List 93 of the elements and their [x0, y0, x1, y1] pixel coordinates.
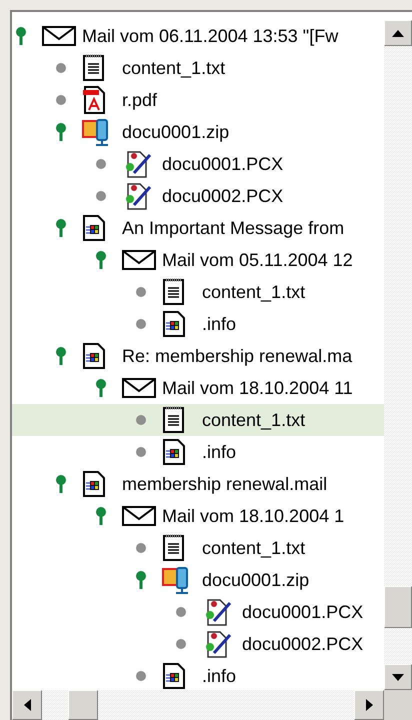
tree-item[interactable]: .info: [12, 436, 384, 468]
pin-icon: [96, 379, 106, 397]
tree-item[interactable]: docu0002.PCX: [12, 180, 384, 212]
bullet-icon: [136, 319, 146, 329]
archive-folder-icon: [162, 565, 190, 595]
bullet-icon: [136, 415, 146, 425]
pin-icon: [56, 475, 66, 493]
notepad-icon: [82, 54, 106, 82]
item-label: docu0001.PCX: [162, 154, 284, 174]
bullet-icon: [176, 639, 186, 649]
left-arrow-icon: [24, 699, 30, 711]
item-label: content_1.txt: [202, 282, 306, 302]
bullet-icon: [56, 95, 66, 105]
tree-item[interactable]: docu0001.PCX: [12, 148, 384, 180]
tree-item[interactable]: content_1.txt: [12, 404, 384, 436]
right-arrow-icon: [366, 699, 372, 711]
tree-item[interactable]: docu0001.zip: [12, 564, 384, 596]
item-label: membership renewal.mail: [122, 474, 328, 494]
envelope-icon: [122, 506, 156, 526]
tree-item[interactable]: .info: [12, 308, 384, 340]
tree-item[interactable]: docu0001.PCX: [12, 596, 384, 628]
scroll-right-button[interactable]: [354, 690, 384, 720]
tree-item[interactable]: Mail vom 18.10.2004 1: [12, 500, 384, 532]
pin-icon: [56, 219, 66, 237]
scroll-down-button[interactable]: [384, 664, 412, 690]
notepad-icon: [162, 278, 186, 306]
item-label: Mail vom 06.11.2004 13:53 "[Fw: [82, 26, 338, 46]
item-label: content_1.txt: [202, 538, 306, 558]
tree-item[interactable]: content_1.txt: [12, 532, 384, 564]
pin-icon: [136, 571, 146, 589]
item-label: Re: membership renewal.ma: [122, 346, 352, 366]
message-file-icon: [82, 342, 106, 370]
envelope-icon: [122, 250, 156, 270]
envelope-icon: [122, 378, 156, 398]
message-file-icon: [162, 662, 186, 690]
item-label: docu0001.zip: [202, 570, 310, 590]
item-label: docu0002.PCX: [162, 186, 284, 206]
tree-item[interactable]: Mail vom 06.11.2004 13:53 "[Fw: [12, 20, 384, 52]
tree-item[interactable]: Mail vom 18.10.2004 11: [12, 372, 384, 404]
pin-icon: [96, 251, 106, 269]
envelope-icon: [42, 26, 76, 46]
scroll-thumb[interactable]: [384, 586, 412, 628]
tree-item[interactable]: r.pdf: [12, 84, 384, 116]
tree-item[interactable]: content_1.txt: [12, 276, 384, 308]
scroll-thumb[interactable]: [68, 690, 98, 720]
bullet-icon: [96, 191, 106, 201]
bullet-icon: [136, 447, 146, 457]
tree-item[interactable]: membership renewal.mail: [12, 468, 384, 500]
item-label: .info: [202, 442, 236, 462]
pdf-file-icon: [82, 85, 106, 115]
pin-icon: [56, 123, 66, 141]
message-file-icon: [162, 438, 186, 466]
tree-item[interactable]: .info: [12, 660, 384, 690]
item-label: .info: [202, 666, 236, 686]
bullet-icon: [136, 543, 146, 553]
item-label: docu0001.zip: [122, 122, 230, 142]
tree-item[interactable]: content_1.txt: [12, 52, 384, 84]
message-file-icon: [82, 470, 106, 498]
bullet-icon: [136, 287, 146, 297]
pin-icon: [56, 347, 66, 365]
bullet-icon: [136, 671, 146, 681]
archive-folder-icon: [82, 117, 110, 147]
tree-item[interactable]: docu0002.PCX: [12, 628, 384, 660]
size-grip: [384, 690, 412, 720]
item-label: content_1.txt: [122, 58, 226, 78]
horizontal-scrollbar[interactable]: [12, 690, 384, 720]
up-arrow-icon: [392, 30, 404, 36]
item-label: r.pdf: [122, 90, 158, 110]
pin-icon: [16, 27, 26, 45]
bullet-icon: [56, 63, 66, 73]
item-label: .info: [202, 314, 236, 334]
tree-item[interactable]: docu0001.zip: [12, 116, 384, 148]
tree-item[interactable]: Re: membership renewal.ma: [12, 340, 384, 372]
bullet-icon: [96, 159, 106, 169]
item-label: Mail vom 18.10.2004 11: [162, 378, 353, 398]
pin-icon: [96, 507, 106, 525]
notepad-icon: [162, 534, 186, 562]
item-label: docu0002.PCX: [242, 634, 364, 654]
item-label: content_1.txt: [202, 410, 306, 430]
item-label: docu0001.PCX: [242, 602, 364, 622]
message-file-icon: [82, 214, 106, 242]
bullet-icon: [176, 607, 186, 617]
tree-item[interactable]: An Important Message from: [12, 212, 384, 244]
item-label: Mail vom 05.11.2004 12: [162, 250, 353, 270]
scroll-left-button[interactable]: [12, 690, 42, 720]
tree-item[interactable]: Mail vom 05.11.2004 12: [12, 244, 384, 276]
down-arrow-icon: [392, 674, 404, 680]
item-label: An Important Message from: [122, 218, 344, 238]
scroll-up-button[interactable]: [384, 20, 412, 46]
vertical-scrollbar[interactable]: [384, 20, 412, 690]
message-file-icon: [162, 310, 186, 338]
item-label: Mail vom 18.10.2004 1: [162, 506, 344, 526]
notepad-icon: [162, 406, 186, 434]
